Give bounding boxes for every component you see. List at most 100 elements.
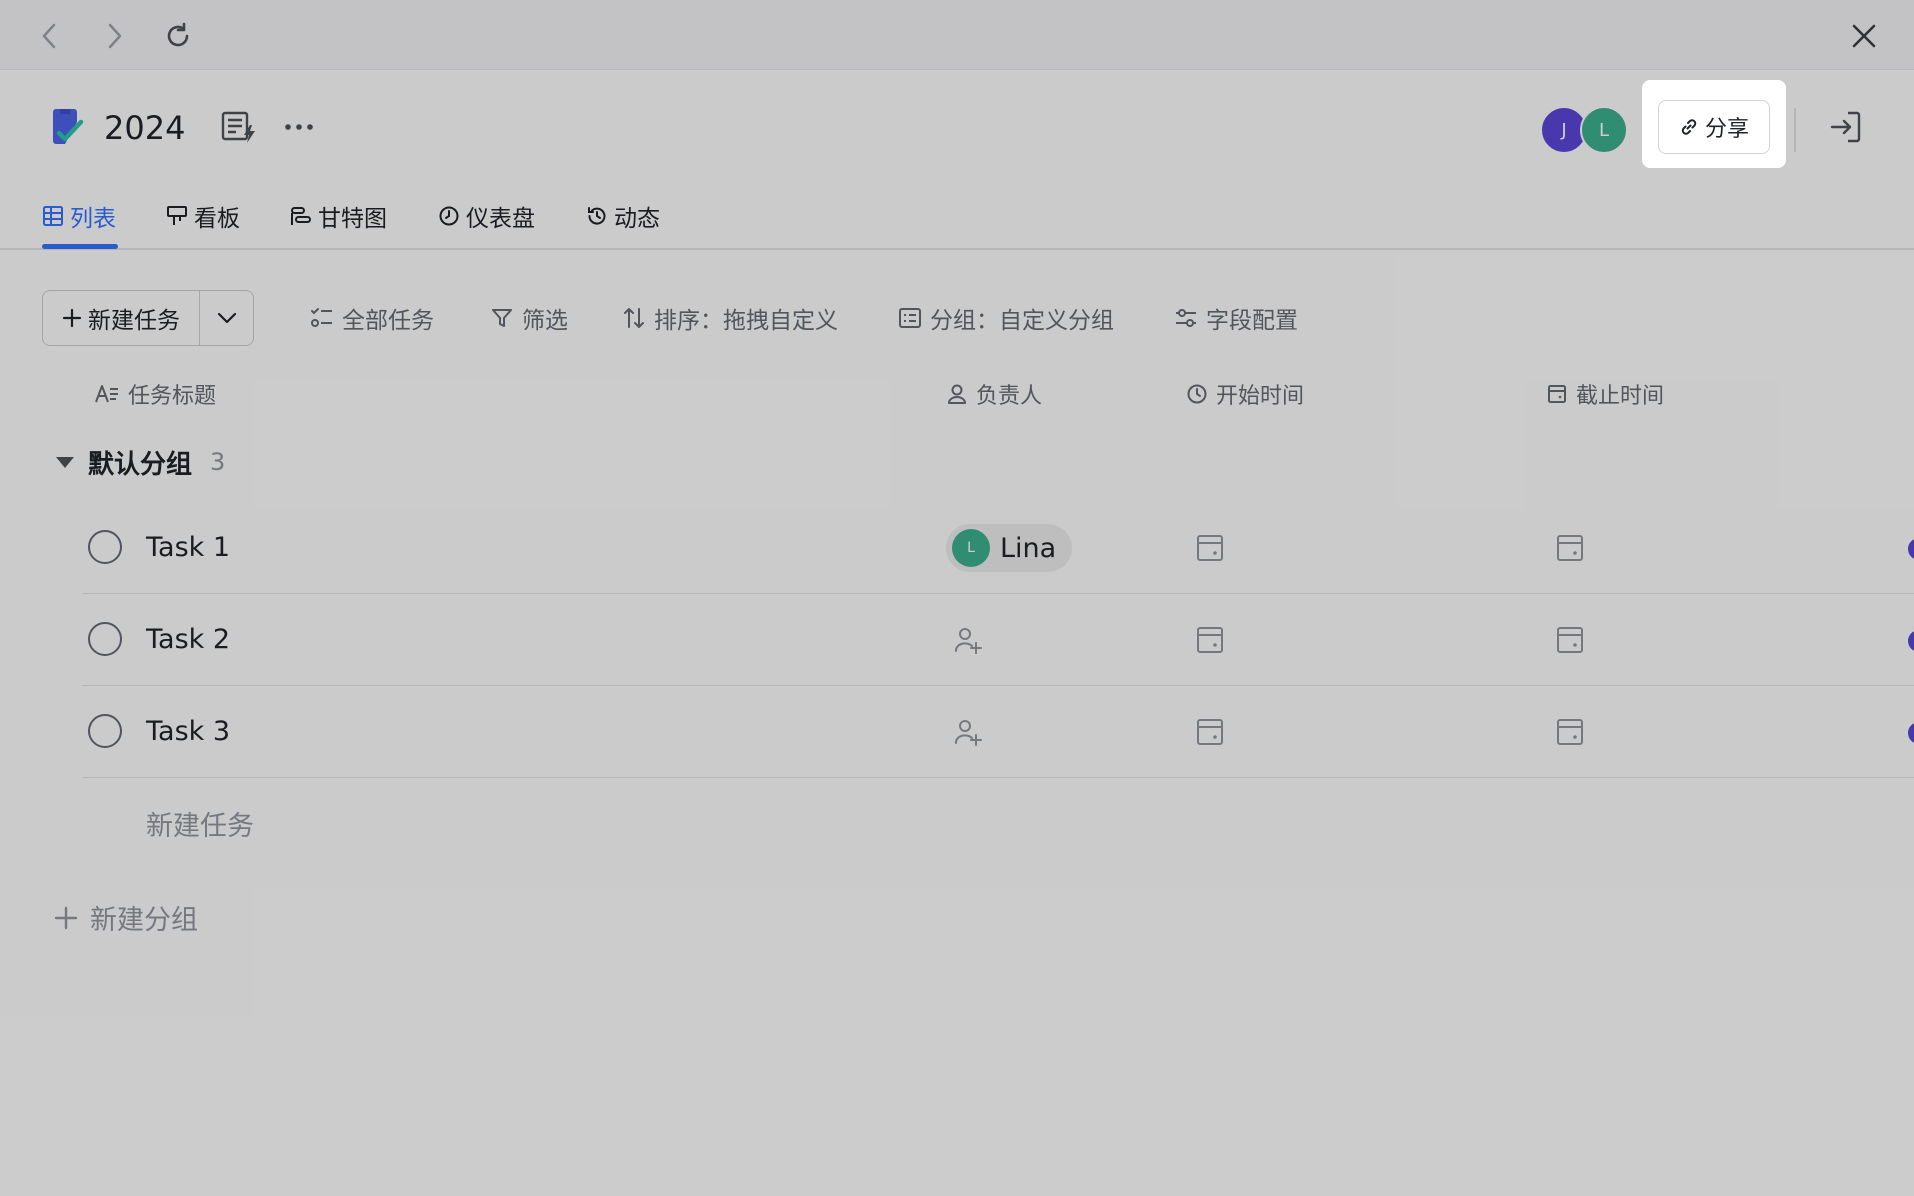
add-person-icon [954,720,982,746]
column-label: 截止时间 [1576,384,1665,409]
due-date-cell[interactable] [1552,530,1588,566]
list-toolbar: 新建任务 全部任务 筛选 排序：拖拽自定义 分组：自定义分组 字段配置 [0,290,1914,346]
calendar-icon [1197,535,1223,561]
sort-icon [624,308,644,328]
all-tasks-label: 全部任务 [342,308,434,334]
task-row[interactable]: Task 3 [82,686,1914,778]
history-icon [588,207,606,225]
filter-button[interactable]: 筛选 [490,298,568,338]
tab-activity[interactable]: 动态 [586,194,660,238]
assignee-cell[interactable] [950,622,986,658]
calendar-icon [1557,719,1583,745]
task-checkbox[interactable] [88,714,122,748]
project-header: 2024 J L 分享 [0,70,1914,180]
group-label: 分组：自定义分组 [930,308,1114,334]
text-field-icon [95,385,118,403]
new-task-dropdown[interactable] [199,291,253,345]
clock-icon [1187,384,1207,404]
new-group-button[interactable]: 新建分组 [54,898,198,937]
task-row[interactable]: Task 1 L Lina [82,502,1914,594]
start-date-cell[interactable] [1192,530,1228,566]
settings-sliders-icon [1176,309,1196,327]
inline-new-task[interactable]: 新建任务 [146,804,254,843]
avatar: L [952,529,990,567]
browser-toolbar [0,0,1914,70]
task-title[interactable]: Task 3 [146,712,230,752]
task-app-window: 2024 J L 分享 列表 看板 甘特图 仪表盘 动态 新建任务 全部任务 筛… [0,0,1914,1196]
filter-icon [492,309,512,327]
group-name: 默认分组 [88,449,193,480]
chevron-right-icon [108,23,122,49]
chevron-left-icon [42,23,56,49]
group-header[interactable]: 默认分组 3 [54,442,225,482]
plus-icon [54,906,78,929]
checklist-icon [311,308,332,327]
caret-down-icon [56,457,74,468]
task-title[interactable]: Task 1 [146,528,230,568]
back-button[interactable] [32,18,68,54]
sort-button[interactable]: 排序：拖拽自定义 [622,298,838,338]
column-header-assignee[interactable]: 负责人 [946,374,1042,414]
share-label: 分享 [1704,117,1749,142]
project-title: 2024 [104,109,186,147]
new-group-label: 新建分组 [90,905,198,936]
automation-button[interactable] [218,106,260,148]
exit-button[interactable] [1824,106,1866,148]
column-header-title[interactable]: 任务标题 [94,374,216,414]
avatar-initial: L [1598,119,1610,141]
gantt-icon [291,207,311,225]
filter-label: 筛选 [522,308,568,334]
new-task-button[interactable]: 新建任务 [43,291,199,345]
tab-dashboard[interactable]: 仪表盘 [438,194,535,238]
field-config-label: 字段配置 [1206,308,1298,334]
share-button[interactable]: 分享 [1658,100,1770,154]
task-checkbox[interactable] [88,622,122,656]
dashboard-icon [439,206,459,226]
avatar-initial: J [1561,119,1567,141]
assignee-chip[interactable]: L Lina [946,524,1073,572]
sort-label: 排序：拖拽自定义 [654,308,838,334]
header-divider [1794,108,1796,152]
start-date-cell[interactable] [1192,714,1228,750]
due-date-cell[interactable] [1552,622,1588,658]
close-window-button[interactable] [1846,18,1882,54]
column-label: 任务标题 [128,384,217,409]
avatar-initial: L [967,540,975,556]
all-tasks-filter[interactable]: 全部任务 [310,298,434,338]
column-header-due[interactable]: 截止时间 [1546,374,1664,414]
column-label: 开始时间 [1216,384,1305,409]
view-tabs: 列表 看板 甘特图 仪表盘 动态 [0,180,1914,250]
task-row[interactable]: Task 2 [82,594,1914,686]
group-icon [899,308,921,328]
new-task-label: 新建任务 [88,308,180,334]
start-date-cell[interactable] [1192,622,1228,658]
tab-kanban[interactable]: 看板 [166,194,240,238]
tab-list[interactable]: 列表 [42,194,116,238]
table-icon [43,206,63,226]
person-icon [948,384,966,404]
member-avatar-l[interactable]: L [1580,106,1628,154]
active-tab-indicator [42,244,118,249]
tab-label: 列表 [70,206,116,232]
forward-button[interactable] [96,18,132,54]
due-date-cell[interactable] [1552,714,1588,750]
field-config-button[interactable]: 字段配置 [1174,298,1298,338]
tab-gantt[interactable]: 甘特图 [290,194,387,238]
add-person-icon [954,628,982,654]
task-title[interactable]: Task 2 [146,620,230,660]
reload-icon [167,22,189,47]
reload-button[interactable] [160,18,196,54]
calendar-icon [1557,535,1583,561]
overflow-column-indicator [1908,722,1914,744]
tab-label: 动态 [614,206,660,232]
more-button[interactable] [278,106,320,148]
assignee-cell[interactable] [950,714,986,750]
group-button[interactable]: 分组：自定义分组 [898,298,1114,338]
task-list-icon [53,109,84,144]
column-header-start[interactable]: 开始时间 [1186,374,1304,414]
task-checkbox[interactable] [88,530,122,564]
automation-icon [221,111,255,143]
overflow-column-indicator [1908,538,1914,560]
assignee-name: Lina [1000,532,1057,564]
group-count: 3 [210,448,226,476]
